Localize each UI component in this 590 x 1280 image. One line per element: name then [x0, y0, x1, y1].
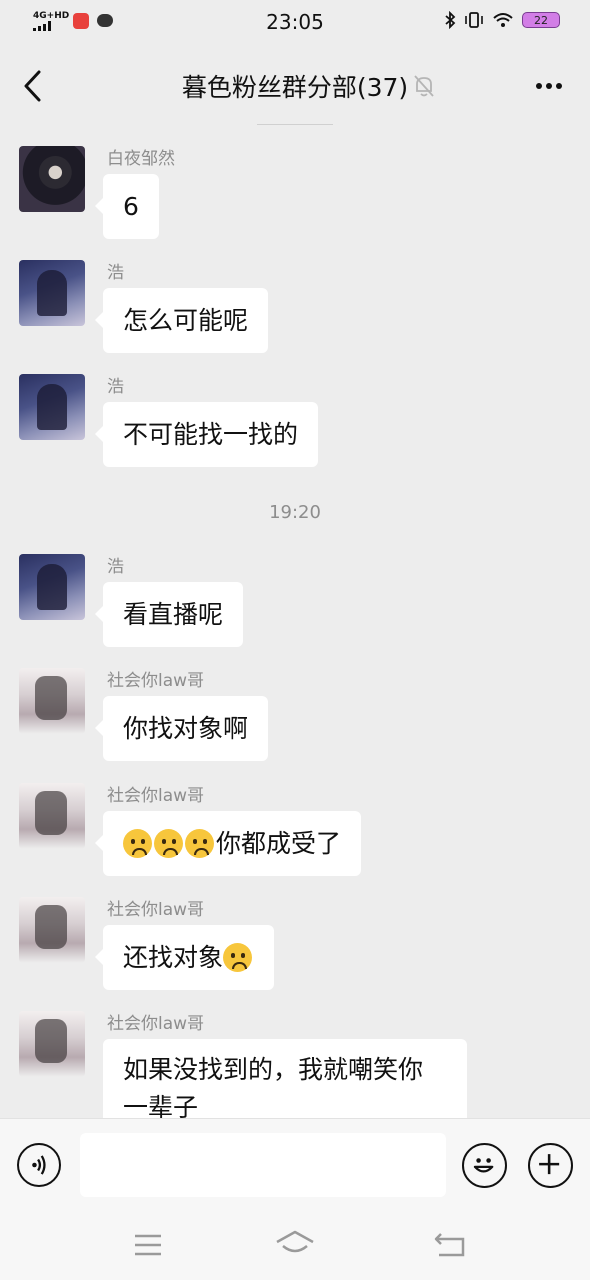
- time-divider: 19:20: [269, 502, 321, 523]
- plus-icon[interactable]: [528, 1143, 573, 1188]
- avatar[interactable]: [19, 146, 85, 212]
- avatar[interactable]: [19, 1011, 85, 1077]
- status-bar: 4G+HD 23:05 22: [0, 0, 590, 44]
- battery-icon: 22: [522, 12, 560, 28]
- status-right-icons: 22: [444, 11, 560, 29]
- frown-emoji-icon: [223, 942, 253, 972]
- avatar[interactable]: [19, 668, 85, 734]
- voice-icon[interactable]: [17, 1143, 61, 1187]
- sender-name: 浩: [107, 263, 124, 283]
- sender-name: 浩: [107, 377, 124, 397]
- message-bubble[interactable]: 你都成受了: [94, 811, 362, 876]
- more-icon[interactable]: [528, 66, 570, 106]
- chat-title: 暮色粉丝群分部(37): [181, 73, 409, 102]
- sender-name: 社会你law哥: [107, 1014, 205, 1034]
- emoji-icon[interactable]: [462, 1143, 507, 1188]
- message-text: 看直播呢: [123, 600, 224, 629]
- message-text: 不可能找一找的: [123, 420, 299, 449]
- back-nav-icon[interactable]: [433, 1230, 467, 1258]
- message-bubble[interactable]: 6: [95, 174, 159, 239]
- frown-emoji-icon: [154, 828, 183, 858]
- wifi-icon: [493, 13, 513, 27]
- sender-name: 社会你law哥: [107, 786, 205, 806]
- system-nav-bar: [0, 1210, 590, 1280]
- sender-name: 社会你law哥: [107, 671, 205, 691]
- message-bubble[interactable]: 你找对象啊: [94, 696, 269, 761]
- input-bar: [0, 1118, 590, 1211]
- message-bubble[interactable]: 还找对象: [94, 925, 275, 990]
- avatar[interactable]: [19, 260, 85, 326]
- message-input[interactable]: [80, 1133, 446, 1197]
- chat-header: 暮色粉丝群分部(37): [0, 44, 590, 126]
- message-text: 你都成受了: [216, 829, 342, 858]
- message-bubble[interactable]: 看直播呢: [94, 582, 244, 647]
- message-text: 你找对象啊: [123, 714, 249, 743]
- message-text: 6: [123, 192, 139, 221]
- vibrate-icon: [465, 12, 483, 28]
- sender-name: 浩: [107, 557, 124, 577]
- sender-name: 白夜邹然: [107, 149, 175, 169]
- avatar[interactable]: [19, 554, 85, 620]
- message-bubble[interactable]: 怎么可能呢: [94, 288, 269, 353]
- home-icon[interactable]: [274, 1228, 316, 1258]
- sender-name: 社会你law哥: [107, 900, 205, 920]
- message-text: 怎么可能呢: [123, 306, 249, 335]
- frown-emoji-icon: [123, 828, 152, 858]
- mute-bell-icon: [414, 75, 434, 97]
- avatar[interactable]: [19, 897, 85, 963]
- menu-icon[interactable]: [133, 1232, 163, 1258]
- message-text: 还找对象: [123, 943, 224, 972]
- message-bubble[interactable]: 不可能找一找的: [94, 402, 319, 467]
- bluetooth-icon: [445, 11, 456, 29]
- battery-level: 22: [534, 14, 548, 27]
- avatar[interactable]: [19, 783, 85, 849]
- message-text: 如果没找到的，我就嘲笑你一辈子: [123, 1055, 424, 1122]
- avatar[interactable]: [19, 374, 85, 440]
- frown-emoji-icon: [185, 828, 214, 858]
- header-divider: [257, 124, 333, 125]
